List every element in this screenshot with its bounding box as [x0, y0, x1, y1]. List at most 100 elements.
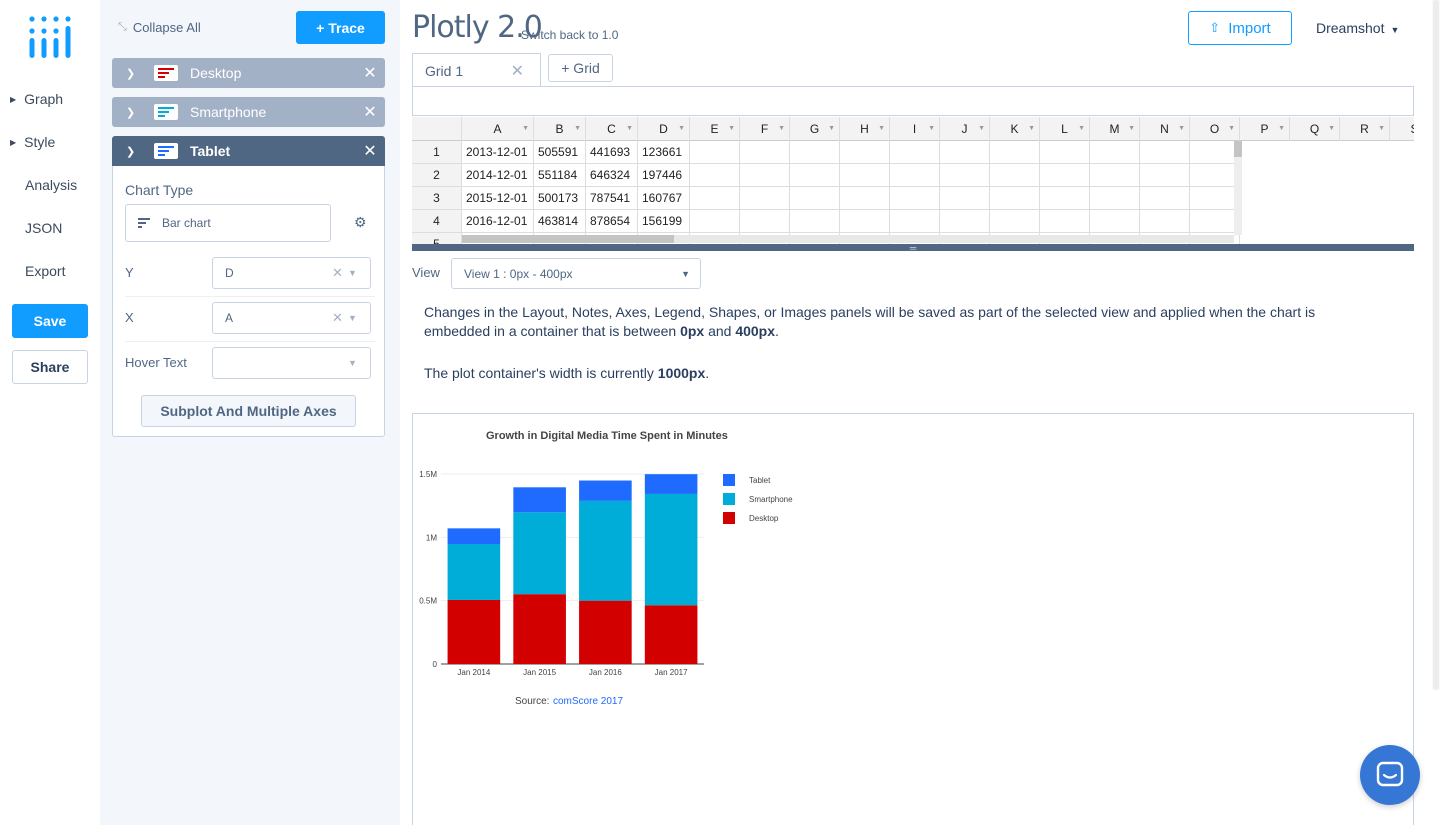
grid-cell[interactable]: [890, 187, 940, 210]
grid-cell[interactable]: [790, 164, 840, 187]
data-grid[interactable]: A▼B▼C▼D▼E▼F▼G▼H▼I▼J▼K▼L▼M▼N▼O▼P▼Q▼R▼S▼ 1…: [412, 117, 1414, 244]
close-icon[interactable]: ✕: [511, 61, 524, 81]
column-menu-icon[interactable]: ▼: [878, 125, 885, 132]
column-header-h[interactable]: H ▼: [840, 117, 890, 141]
column-menu-icon[interactable]: ▼: [1228, 125, 1235, 132]
grid-cell[interactable]: [1190, 187, 1240, 210]
tab-grid-1[interactable]: Grid 1 ✕: [412, 53, 541, 87]
grid-cell[interactable]: [990, 164, 1040, 187]
grid-cell[interactable]: [940, 187, 990, 210]
view-select[interactable]: View 1 : 0px - 400px ▼: [451, 258, 701, 289]
clear-icon[interactable]: ✕: [332, 265, 348, 281]
column-header-s[interactable]: S▼: [1390, 117, 1414, 141]
row-number[interactable]: 5: [412, 233, 462, 244]
grid-cell[interactable]: 197446: [638, 164, 690, 187]
nav-item-json[interactable]: JSON: [25, 220, 62, 236]
trace-row-desktop[interactable]: ❯ Desktop ✕: [112, 58, 385, 88]
column-menu-icon[interactable]: ▼: [1028, 125, 1035, 132]
grid-cell[interactable]: [840, 141, 890, 164]
grid-cell[interactable]: [740, 164, 790, 187]
column-header-d[interactable]: D ▼: [638, 117, 690, 141]
grid-cell[interactable]: [940, 210, 990, 233]
collapse-all-button[interactable]: ⤡ Collapse All: [118, 20, 201, 35]
grid-cell[interactable]: [1140, 187, 1190, 210]
add-grid-button[interactable]: + Grid: [548, 54, 613, 82]
column-menu-icon[interactable]: ▼: [574, 125, 581, 132]
grid-cell[interactable]: [840, 187, 890, 210]
grid-cell[interactable]: 878654: [586, 210, 638, 233]
column-header-g[interactable]: G ▼: [790, 117, 840, 141]
grid-cell[interactable]: [990, 187, 1040, 210]
grid-cell[interactable]: 500173: [534, 187, 586, 210]
nav-item-export[interactable]: Export: [25, 263, 65, 279]
grid-cell[interactable]: [1140, 141, 1190, 164]
grid-cell[interactable]: 551184: [534, 164, 586, 187]
grid-cell[interactable]: [740, 210, 790, 233]
bar-chart[interactable]: 0 0.5M 1M 1.5M Jan 2014 Jan 2015 Jan 2016 Jan 2…: [413, 414, 1413, 824]
chevron-down-icon[interactable]: ▼: [348, 358, 370, 368]
grid-cell[interactable]: [1190, 141, 1240, 164]
column-menu-icon[interactable]: ▼: [978, 125, 985, 132]
source-link[interactable]: comScore 2017: [553, 696, 623, 707]
user-menu[interactable]: Dreamshot ▼: [1316, 20, 1399, 36]
row-number[interactable]: 1: [412, 141, 462, 164]
column-menu-icon[interactable]: ▼: [1078, 125, 1085, 132]
grid-cell[interactable]: 2014-12-01: [462, 164, 534, 187]
clear-icon[interactable]: ✕: [332, 310, 348, 326]
chart-type-select[interactable]: Bar chart: [125, 204, 331, 242]
column-header-r[interactable]: R ▼: [1340, 117, 1390, 141]
grid-cell[interactable]: [1040, 141, 1090, 164]
column-header-e[interactable]: E ▼: [690, 117, 740, 141]
resize-handle[interactable]: ═: [412, 243, 1414, 253]
grid-cell[interactable]: 2015-12-01: [462, 187, 534, 210]
grid-cell[interactable]: [690, 187, 740, 210]
save-button[interactable]: Save: [12, 304, 88, 338]
chevron-down-icon[interactable]: ▼: [348, 313, 370, 323]
grid-cell[interactable]: [890, 141, 940, 164]
column-header-b[interactable]: B ▼: [534, 117, 586, 141]
column-menu-icon[interactable]: ▼: [928, 125, 935, 132]
row-number[interactable]: 4: [412, 210, 462, 233]
add-trace-button[interactable]: + Trace: [296, 11, 385, 44]
column-menu-icon[interactable]: ▼: [728, 125, 735, 132]
grid-cell[interactable]: [690, 164, 740, 187]
grid-cell[interactable]: [840, 210, 890, 233]
grid-cell[interactable]: 2016-12-01: [462, 210, 534, 233]
column-header-q[interactable]: Q ▼: [1290, 117, 1340, 141]
grid-cell[interactable]: [790, 141, 840, 164]
column-header-f[interactable]: F ▼: [740, 117, 790, 141]
grid-cell[interactable]: 123661: [638, 141, 690, 164]
grid-cell[interactable]: 156199: [638, 210, 690, 233]
plot-container[interactable]: 0 0.5M 1M 1.5M Jan 2014 Jan 2015 Jan 2016 Jan 2…: [412, 413, 1414, 825]
column-header-j[interactable]: J ▼: [940, 117, 990, 141]
column-header-a[interactable]: A ▼: [462, 117, 534, 141]
horizontal-scrollbar[interactable]: [462, 235, 1234, 243]
column-menu-icon[interactable]: ▼: [1378, 125, 1385, 132]
grid-cell[interactable]: 646324: [586, 164, 638, 187]
formula-bar[interactable]: [412, 86, 1414, 116]
x-column-select[interactable]: A ✕ ▼: [212, 302, 371, 334]
grid-cell[interactable]: [790, 187, 840, 210]
trace-row-tablet[interactable]: ❯ Tablet ✕: [112, 136, 385, 166]
switch-version-link[interactable]: Switch back to 1.0: [521, 28, 618, 42]
column-header-c[interactable]: C ▼: [586, 117, 638, 141]
column-menu-icon[interactable]: ▼: [828, 125, 835, 132]
row-number[interactable]: 2: [412, 164, 462, 187]
grid-cell[interactable]: [940, 164, 990, 187]
column-menu-icon[interactable]: ▼: [1278, 125, 1285, 132]
column-header-o[interactable]: O ▼: [1190, 117, 1240, 141]
vertical-scrollbar[interactable]: [1234, 141, 1242, 235]
grid-corner[interactable]: [412, 117, 462, 141]
close-icon[interactable]: ✕: [355, 141, 385, 161]
grid-cell[interactable]: 463814: [534, 210, 586, 233]
grid-cell[interactable]: [890, 210, 940, 233]
column-menu-icon[interactable]: ▼: [1128, 125, 1135, 132]
grid-cell[interactable]: [1090, 210, 1140, 233]
page-scrollbar[interactable]: [1432, 0, 1440, 690]
grid-cell[interactable]: [940, 141, 990, 164]
nav-item-graph[interactable]: ▶ Graph: [10, 91, 63, 107]
grid-cell[interactable]: [1040, 164, 1090, 187]
grid-cell[interactable]: [990, 210, 1040, 233]
row-number[interactable]: 3: [412, 187, 462, 210]
trace-row-smartphone[interactable]: ❯ Smartphone ✕: [112, 97, 385, 127]
